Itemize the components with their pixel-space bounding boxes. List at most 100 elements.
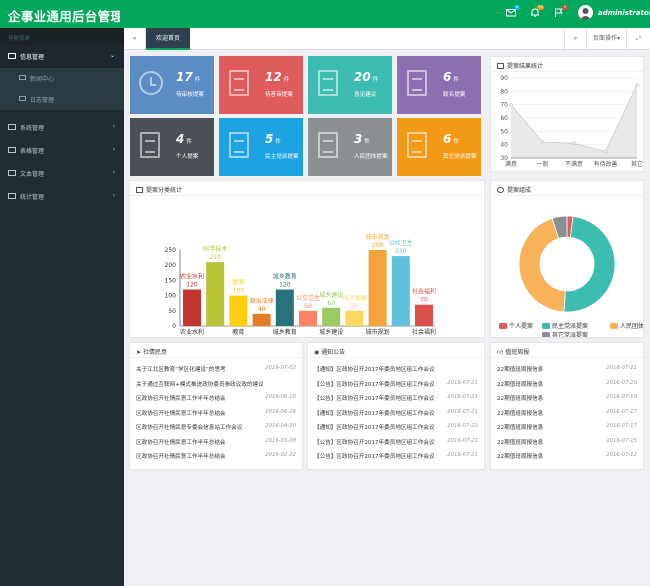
list-item-date: 2016-07-15 <box>606 437 637 444</box>
document-icon <box>229 70 249 96</box>
document-icon <box>318 70 338 96</box>
bar-value-label: 50 <box>304 303 312 310</box>
social-list-item[interactable]: 关于通过互联网+模式推进政协委员参政议政的建议 <box>136 377 296 391</box>
bar-category-label: 城市规划 <box>366 233 390 241</box>
sidebar-item-label: 信息管理 <box>20 54 45 61</box>
weekly-list-item[interactable]: 22期值班周报信息 2016-07-20 <box>497 377 637 391</box>
notice-list-item[interactable]: 【公告】区政协召开2017年委员地区组工作会议 2016-07-21 <box>314 377 478 391</box>
sidebar-subitem-label: 新闻中心 <box>30 76 55 83</box>
list-item-title: 【公告】区政协召开2017年委员地区组工作会议 <box>314 439 435 446</box>
social-list-item[interactable]: 区政协召开社情民意工作半年总结会 2016-02-22 <box>136 449 296 463</box>
weekly-list-item[interactable]: 22期值班周报信息 2016-07-21 <box>497 362 637 376</box>
tile-count: 6件 <box>443 132 459 146</box>
document-icon <box>140 132 160 158</box>
composition-panel-header: 提案组成 <box>491 181 643 196</box>
bar-category-label: 城乡建设 <box>319 291 343 299</box>
bar <box>183 289 201 326</box>
monitor-icon <box>8 53 16 59</box>
chevron-left-icon: ‹ <box>112 123 115 130</box>
avatar[interactable] <box>578 5 593 20</box>
notice-list-item[interactable]: 【公告】区政协召开2017年委员地区组工作会议 2016-07-21 <box>314 449 478 463</box>
weekly-list-item[interactable]: 22期值班周报信息 2016-07-15 <box>497 435 637 449</box>
bell-icon[interactable]: 10 <box>530 5 544 17</box>
bar <box>391 256 410 326</box>
notice-list-item[interactable]: 【公告】区政协召开2017年委员地区组工作会议 2016-07-21 <box>314 391 478 405</box>
donut-slice <box>563 215 616 313</box>
list-item-title: 【公告】区政协召开2017年委员地区组工作会议 <box>314 396 435 402</box>
weekly-list-item[interactable]: 22期值班周报信息 2016-07-19 <box>497 391 637 405</box>
weekly-list-item[interactable]: 22期值班周报信息 2016-07-12 <box>497 449 637 463</box>
list-item-date: 2016-07-21 <box>447 394 478 400</box>
sidebar-subitem-log[interactable]: 日志管理 <box>0 89 124 110</box>
stat-tile[interactable]: 6 件联名提案 <box>397 56 481 114</box>
list-item-title: 关于通过互联网+模式推进政协委员参政议政的建议 <box>136 381 264 388</box>
sidebar-item-text[interactable]: 文本管理 ‹ <box>0 162 124 185</box>
list-item-date: 2016-07-21 <box>447 379 478 386</box>
tab-prev-button[interactable]: « <box>124 28 146 50</box>
bar-category-label: 政治法律 <box>250 297 274 305</box>
tab-next-button[interactable]: » <box>564 28 586 50</box>
composition-donut-chart: 个人提案 民主党派提案 人民团体其它党派提案 <box>499 215 644 339</box>
area-fill <box>511 84 637 158</box>
stat-tile[interactable]: 6 件其它党派提案 <box>397 118 481 176</box>
stat-tile[interactable]: 4 件个人提案 <box>130 118 214 176</box>
social-list-item[interactable]: 区政协召开社情民意工作半年总结会 2016-03-08 <box>136 435 296 449</box>
fullscreen-button[interactable]: ⤢ <box>626 28 650 50</box>
notice-list-item[interactable]: 【通知】区政协召开2017年委员地区组工作会议 <box>314 362 478 376</box>
stat-tile[interactable]: 5 件民主党派提案 <box>219 118 303 176</box>
category-bar-chart: 050100150200250农业水利120农业水利科学技术210教育100教育… <box>165 233 436 336</box>
bar-category-label: 城乡教育 <box>273 273 297 281</box>
sidebar-item-table[interactable]: 表格管理 ‹ <box>0 139 124 162</box>
social-panel-title: 社情民意 <box>142 349 167 356</box>
bar-value-label: 50 <box>351 303 359 310</box>
social-list-item[interactable]: 区政协召开社情民意专委会信息站工作会议 2016-04-20 <box>136 420 296 434</box>
composition-panel: 提案组成 个人提案 民主党派提案 人民团体 其它党派提案 <box>490 180 644 339</box>
tab-welcome[interactable]: 欢迎首页 <box>146 28 190 50</box>
result-area-chart: 30405060708090满意 一般 不满意 有待改善 其它 <box>500 75 643 168</box>
social-list-item[interactable]: 区政协召开社情民意工作半年总结会 2016-06-26 <box>136 406 296 420</box>
stat-tile[interactable]: 3 件人民团体提案 <box>308 118 392 176</box>
notice-list-item[interactable]: 【通知】区政协召开2017年委员地区组工作会议 2016-07-21 <box>314 406 478 420</box>
monitor-icon <box>8 147 16 153</box>
stat-tile[interactable]: 17 件待审核提案 <box>130 56 214 114</box>
document-icon <box>407 132 427 158</box>
sidebar-subitem-label: 日志管理 <box>30 97 55 104</box>
tile-label: 意见建议 <box>354 92 377 98</box>
tile-label: 其它党派提案 <box>443 154 477 160</box>
notice-panel: ◉ 通知公告 【通知】区政协召开2017年委员地区组工作会议 【公告】区政协召开2… <box>307 342 485 470</box>
document-icon <box>407 70 427 96</box>
weekly-list-item[interactable]: 22期值班周报信息 2016-07-17 <box>497 420 637 434</box>
document-icon <box>318 132 338 158</box>
stat-tile[interactable]: 20 件意见建议 <box>308 56 392 114</box>
result-panel-title: 提案结果统计 <box>507 63 544 70</box>
x-tick-label: 社会福利 <box>412 328 436 336</box>
sidebar-item-stats[interactable]: 统计管理 ‹ <box>0 185 124 208</box>
sidebar-item-system[interactable]: 系统管理 ‹ <box>0 116 124 139</box>
bar-category-label: 社会福利 <box>412 288 436 296</box>
list-item-date: 2016-07-19 <box>606 394 637 400</box>
monitor-icon <box>19 96 26 101</box>
social-list-item[interactable]: 区政协召开社情民意工作半年总结会 2016-06-18 <box>136 391 296 405</box>
x-tick-label: 农业水利 <box>180 328 204 336</box>
username[interactable]: administrator <box>598 9 650 17</box>
x-tick-label: 城市规划 <box>366 328 390 336</box>
notice-list-item[interactable]: 【公告】区政协召开2017年委员地区组工作会议 2016-07-21 <box>314 435 478 449</box>
x-tick-label: 满意 <box>505 160 517 168</box>
tile-label: 个人提案 <box>176 154 199 160</box>
flag-icon[interactable]: 9 <box>554 5 568 17</box>
stat-tile[interactable]: 12 件待答审提案 <box>219 56 303 114</box>
sidebar-item-info[interactable]: 信息管理 ⌄ <box>0 45 124 68</box>
x-tick-label: 其它 <box>631 160 643 168</box>
mail-icon[interactable]: 6 <box>506 5 520 17</box>
list-item-title: 区政协召开社情民意工作半年总结会 <box>136 439 226 446</box>
bar-value-label: 230 <box>395 248 407 255</box>
weekly-list: 22期值班周报信息 2016-07-21 22期值班周报信息 2016-07-20 22… <box>491 358 643 468</box>
social-list-item[interactable]: 关于江北区教育“学区化建设”的思考 2016-07-02 <box>136 362 296 376</box>
sidebar-subitem-news[interactable]: 新闻中心 <box>0 68 124 89</box>
bell-badge: 10 <box>537 5 544 10</box>
weekly-list-item[interactable]: 22期值班周报信息 2016-07-17 <box>497 406 637 420</box>
notice-list-item[interactable]: 【通知】区政协召开2017年委员地区组工作会议 2016-07-21 <box>314 420 478 434</box>
list-item-date: 2016-07-02 <box>265 365 296 371</box>
category-panel-header: 提案分类统计 <box>130 181 484 196</box>
page-ops-dropdown[interactable]: 页面操作▾ <box>586 28 626 50</box>
